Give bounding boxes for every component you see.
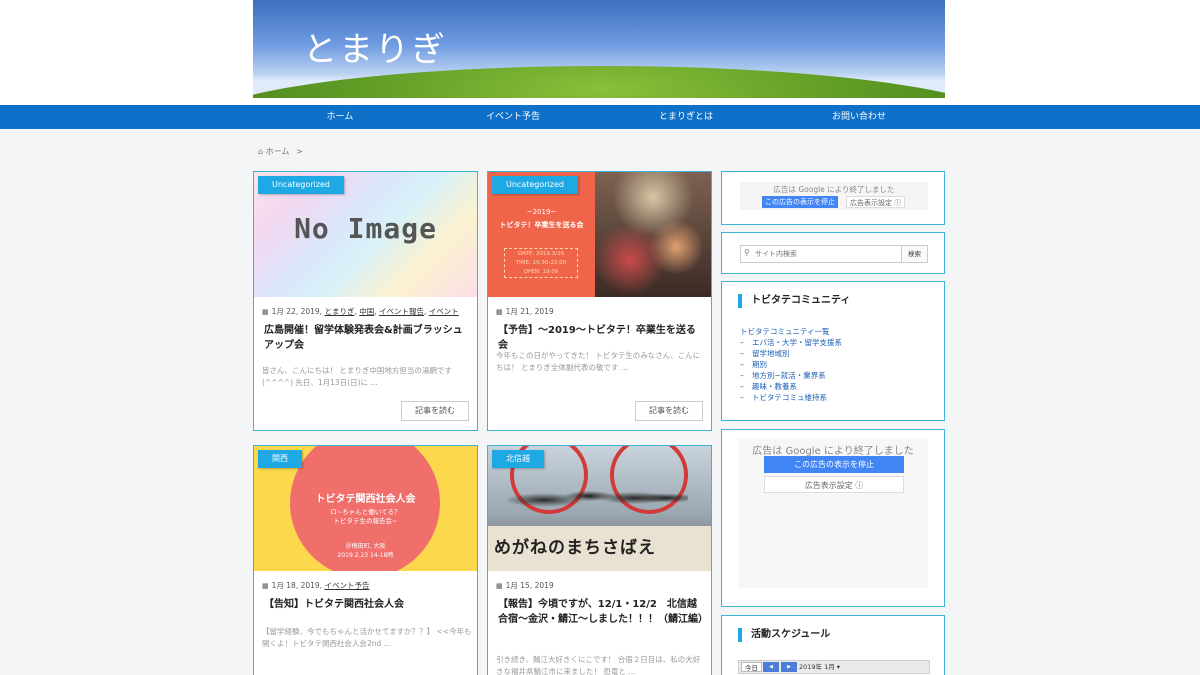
calendar-today-button[interactable]: 今日 xyxy=(741,662,762,672)
poster-line: ロ~ちゃんと働いてる？ xyxy=(330,508,401,516)
ad-widget-large: 広告は Google により終了しました この広告の表示を停止 広告表示設定 ⓘ xyxy=(721,429,945,607)
poster-venue: ＠梅田町, 大阪 2019.2.23 14-18時 xyxy=(254,542,477,560)
post-title[interactable]: 【告知】トビタテ関西社会人会 xyxy=(264,597,470,612)
post-thumbnail[interactable]: トビタテ関西社会人会 ロ~ちゃんと働いてる？ トビタテ生の報告会~ ＠梅田町, … xyxy=(254,446,477,571)
post-excerpt: 【留学経験、今でもちゃんと活かせてますか？？】 <<今年も開くよ！トビタテ関西社… xyxy=(262,627,472,648)
poster-details: DATE: 2019.3/29 TIME: 19:30-22:00 OPEN: … xyxy=(504,248,578,278)
post-tag[interactable]: イベント xyxy=(429,307,459,316)
post-title[interactable]: 【予告】～2019～トビタテ！卒業生を送る会 xyxy=(498,323,704,353)
ad-settings-button[interactable]: 広告表示設定 ⓘ xyxy=(764,476,904,493)
post-date: 1月 22, 2019, xyxy=(271,307,323,316)
stop-ad-button[interactable]: この広告の表示を停止 xyxy=(762,196,838,208)
community-link[interactable]: 期別 xyxy=(740,359,842,370)
post-card[interactable]: Uncategorized No Image ▦ 1月 22, 2019, とまり… xyxy=(253,171,478,431)
poster-line: ~2019~ xyxy=(526,208,557,216)
post-tag[interactable]: とまりぎ xyxy=(324,307,354,316)
calendar-prev-button[interactable]: ◀ xyxy=(763,662,779,672)
post-title[interactable]: 広島開催！留学体験発表会&計画ブラッシュアップ会 xyxy=(264,323,470,353)
poster-line: トビタテ生の報告会~ xyxy=(333,517,398,525)
breadcrumb-separator: > xyxy=(295,147,303,156)
ad-widget-small: 広告は Google により終了しました この広告の表示を停止 広告表示設定 ⓘ xyxy=(721,171,945,225)
schedule-widget: 活動スケジュール 今日 ◀ ▶ 2019年 1月 ▾ xyxy=(721,615,945,675)
post-card[interactable]: トビタテ関西社会人会 ロ~ちゃんと働いてる？ トビタテ生の報告会~ ＠梅田町, … xyxy=(253,445,478,675)
post-tag[interactable]: イベント予告 xyxy=(324,581,369,590)
ad-ended-text: 広告は Google により終了しました xyxy=(752,446,914,457)
poster-line: OPEN: 19:00 xyxy=(523,269,559,275)
post-thumbnail[interactable]: ~2019~ トビタテ！卒業生を送る会 DATE: 2019.3/29 TIME… xyxy=(488,172,711,297)
calendar-icon: ▦ xyxy=(262,308,269,316)
breadcrumb-home[interactable]: ホーム xyxy=(266,147,290,156)
category-badge[interactable]: Uncategorized xyxy=(492,176,578,194)
post-meta: ▦ 1月 22, 2019, とまりぎ, 中国, イベント報告, イベント xyxy=(262,307,459,316)
post-card[interactable]: めがねのまちさばえ 北信越 ▦ 1月 15, 2019 【報告】今頃ですが、12/… xyxy=(487,445,712,675)
search-button[interactable]: 検索 xyxy=(901,246,927,262)
post-excerpt: 今年もこの日がやってきた！ トビタテ生のみなさん、こんにちは！ とまりぎ全体副代… xyxy=(496,351,701,372)
no-image-text: No Image xyxy=(294,212,437,245)
community-list: トビタテコミュニティ一覧 エバ活・大学・留学支援系 留学地域別 期別 地方別~就… xyxy=(740,326,842,403)
ad-settings-button[interactable]: 広告表示設定 ⓘ xyxy=(846,196,906,208)
post-thumbnail[interactable]: めがねのまちさばえ 北信越 xyxy=(488,446,711,571)
group-photo xyxy=(508,476,688,516)
post-date: 1月 15, 2019 xyxy=(505,581,554,590)
ad-ended-text: 広告は Google により終了しました xyxy=(773,185,895,194)
post-card[interactable]: ~2019~ トビタテ！卒業生を送る会 DATE: 2019.3/29 TIME… xyxy=(487,171,712,431)
post-tag[interactable]: 中国 xyxy=(359,307,374,316)
community-link[interactable]: エバ活・大学・留学支援系 xyxy=(740,337,842,348)
post-tag[interactable]: イベント報告 xyxy=(379,307,424,316)
search-input[interactable] xyxy=(741,246,901,262)
poster-line: トビタテ関西社会人会 xyxy=(315,494,416,505)
community-link[interactable]: 趣味・教養系 xyxy=(740,381,842,392)
read-more-button[interactable]: 記事を読む xyxy=(401,401,469,421)
category-badge[interactable]: 関西 xyxy=(258,450,302,468)
widget-title: 活動スケジュール xyxy=(738,628,830,642)
calendar-icon: ▦ xyxy=(496,582,503,590)
ad-notice: 広告は Google により終了しました この広告の表示を停止 広告表示設定 ⓘ xyxy=(738,438,928,588)
post-date: 1月 21, 2019 xyxy=(505,307,554,316)
poster-subtitle: ロ~ちゃんと働いてる？ トビタテ生の報告会~ xyxy=(254,508,477,526)
calendar-icon: ▦ xyxy=(262,582,269,590)
main-nav: ホーム イベント予告 とまりぎとは お問い合わせ xyxy=(0,105,1200,129)
post-meta: ▦ 1月 18, 2019, イベント予告 xyxy=(262,580,369,591)
post-title[interactable]: 【報告】今頃ですが、12/1・12/2 北信越合宿～金沢・鯖江～しました！！！（… xyxy=(498,597,708,627)
poster-line: ＠梅田町, 大阪 xyxy=(345,543,386,550)
post-date: 1月 18, 2019, xyxy=(271,581,323,590)
community-widget: トビタテコミュニティ トビタテコミュニティ一覧 エバ活・大学・留学支援系 留学地… xyxy=(721,281,945,421)
community-link[interactable]: トビタテコミュ維持系 xyxy=(740,392,842,403)
crowd-photo xyxy=(595,172,711,297)
search-box: ⚲ 検索 xyxy=(740,245,928,263)
breadcrumb: ⌂ ホーム > xyxy=(258,146,303,157)
community-link[interactable]: 留学地域別 xyxy=(740,348,842,359)
community-link[interactable]: 地方別~就活・業界系 xyxy=(740,370,842,381)
post-meta: ▦ 1月 21, 2019 xyxy=(496,306,554,317)
site-title[interactable]: とまりぎ xyxy=(303,22,447,71)
poster-line: DATE: 2019.3/29 xyxy=(517,251,564,257)
community-link-all[interactable]: トビタテコミュニティ一覧 xyxy=(740,326,842,337)
widget-title: トビタテコミュニティ xyxy=(738,294,850,308)
nav-item-event-notice[interactable]: イベント予告 xyxy=(486,105,540,129)
calendar-month-select[interactable]: 2019年 1月 ▾ xyxy=(799,661,840,673)
post-meta: ▦ 1月 15, 2019 xyxy=(496,580,554,591)
category-badge[interactable]: 北信越 xyxy=(492,450,544,468)
ad-notice: 広告は Google により終了しました この広告の表示を停止 広告表示設定 ⓘ xyxy=(740,182,928,210)
home-icon: ⌂ xyxy=(258,147,264,156)
site-banner[interactable]: とまりぎ xyxy=(253,0,945,98)
town-sign: めがねのまちさばえ xyxy=(488,526,711,571)
nav-item-about[interactable]: とまりぎとは xyxy=(659,105,713,129)
stop-ad-button[interactable]: この広告の表示を停止 xyxy=(764,456,904,473)
nav-item-home[interactable]: ホーム xyxy=(327,105,354,129)
read-more-button[interactable]: 記事を読む xyxy=(635,401,703,421)
poster-line: トビタテ！卒業生を送る会 xyxy=(499,221,584,229)
calendar-icon: ▦ xyxy=(496,308,503,316)
post-thumbnail[interactable]: Uncategorized No Image xyxy=(254,172,477,297)
poster-line: TIME: 19:30-22:00 xyxy=(515,260,567,266)
search-widget: ⚲ 検索 xyxy=(721,232,945,274)
poster-line: 2019.2.23 14-18時 xyxy=(337,552,394,559)
calendar-next-button[interactable]: ▶ xyxy=(781,662,797,672)
nav-item-contact[interactable]: お問い合わせ xyxy=(832,105,886,129)
post-excerpt: 引き続き、鯖江大好きくにこです！ 合宿２日目は、私の大好きな福井県鯖江市に来まし… xyxy=(496,655,701,675)
category-badge[interactable]: Uncategorized xyxy=(258,176,344,194)
calendar-toolbar: 今日 ◀ ▶ 2019年 1月 ▾ xyxy=(738,660,930,674)
post-excerpt: 皆さん、こんにちは！ とまりぎ中国地方担当の湯網です(^^^^) 先日、1月13… xyxy=(262,366,452,387)
